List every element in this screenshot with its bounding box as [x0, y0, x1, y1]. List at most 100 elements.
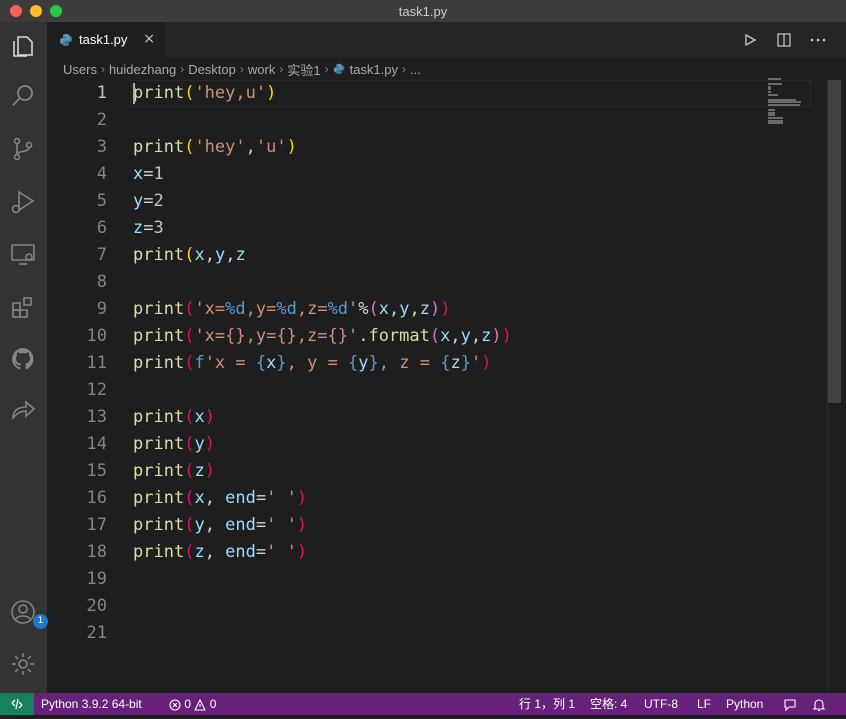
code-token: )	[481, 353, 492, 373]
code-token: 'x={},y={},z={}'	[194, 326, 359, 346]
code-text: x=1	[133, 161, 164, 188]
run-python-file-icon[interactable]	[740, 30, 760, 50]
code-token: 3	[153, 218, 164, 238]
minimize-window-button[interactable]	[30, 5, 42, 17]
code-line[interactable]: 8	[47, 269, 827, 296]
code-token: =	[143, 164, 154, 184]
code-token: =	[255, 488, 267, 508]
error-count: 0	[184, 697, 192, 711]
code-token: ,	[409, 299, 420, 319]
breadcrumb-separator: ›	[180, 62, 185, 76]
code-token: ,	[204, 542, 226, 562]
code-line[interactable]: 16 print(x, end=' ')	[47, 485, 827, 512]
code-token: ,	[204, 488, 226, 508]
code-line[interactable]: 20	[47, 593, 827, 620]
extensions-icon[interactable]	[9, 293, 37, 321]
code-line[interactable]: 21	[47, 620, 827, 647]
breadcrumb-item-work[interactable]: work	[248, 62, 275, 77]
tab-task1-py[interactable]: task1.py ×	[47, 22, 165, 57]
code-token: (	[184, 407, 195, 427]
code-token: z	[194, 542, 205, 562]
code-token: (	[184, 245, 195, 265]
feedback-icon[interactable]	[783, 697, 797, 719]
code-token: {	[348, 353, 359, 373]
line-number: 5	[96, 191, 107, 211]
breadcrumb-item-file[interactable]: task1.py	[350, 62, 398, 77]
code-text: print(x)	[133, 404, 215, 431]
code-line[interactable]: 3 print('hey','u')	[47, 134, 827, 161]
split-editor-icon[interactable]	[774, 30, 794, 50]
code-line[interactable]: 12	[47, 377, 827, 404]
run-debug-icon[interactable]	[9, 188, 37, 216]
code-token: 'x =	[204, 353, 256, 373]
code-line[interactable]: 5 y=2	[47, 188, 827, 215]
code-editor[interactable]: 1 print('hey,u') 2 3 print('hey','u') 4 x=1 5 y=…	[47, 80, 827, 692]
code-line[interactable]: 1 print('hey,u')	[47, 80, 827, 107]
code-line[interactable]: 2	[47, 107, 827, 134]
settings-gear-icon[interactable]	[9, 650, 37, 678]
minimap[interactable]	[768, 78, 818, 138]
breadcrumb-item-experiment[interactable]: 实验1	[287, 60, 320, 79]
code-line[interactable]: 6 z=3	[47, 215, 827, 242]
code-line[interactable]: 18 print(z, end=' ')	[47, 539, 827, 566]
vertical-scrollbar-thumb[interactable]	[828, 80, 841, 403]
zoom-window-button[interactable]	[50, 5, 62, 17]
text-cursor	[133, 83, 135, 104]
breadcrumb-item-users[interactable]: Users	[63, 62, 97, 77]
github-icon[interactable]	[9, 345, 37, 373]
remote-explorer-icon[interactable]	[9, 240, 37, 268]
breadcrumb-item-desktop[interactable]: Desktop	[188, 62, 236, 77]
code-text: print('x={},y={},z={}'.format(x,y,z))	[133, 323, 512, 350]
code-line[interactable]: 17 print(y, end=' ')	[47, 512, 827, 539]
code-line[interactable]: 11 print(f'x = {x}, y = {y}, z = {z}')	[47, 350, 827, 377]
encoding-selector[interactable]: UTF-8	[644, 693, 678, 715]
code-token: print	[133, 515, 185, 535]
code-token: %	[358, 299, 369, 319]
code-line[interactable]: 15 print(z)	[47, 458, 827, 485]
code-token: %d	[225, 299, 246, 319]
problems-indicator[interactable]: 0 0	[169, 693, 216, 715]
minimap-line	[768, 122, 784, 125]
source-control-icon[interactable]	[9, 135, 37, 163]
code-line[interactable]: 4 x=1	[47, 161, 827, 188]
code-text: print(x,y,z	[133, 242, 246, 269]
line-number: 20	[86, 596, 107, 616]
line-number: 1	[96, 83, 107, 103]
code-line[interactable]: 9 print('x=%d,y=%d,z=%d'%(x,y,z))	[47, 296, 827, 323]
code-token: '	[348, 299, 359, 319]
code-token: }	[460, 353, 471, 373]
code-line[interactable]: 7 print(x,y,z	[47, 242, 827, 269]
code-token: print	[133, 353, 185, 373]
more-actions-icon[interactable]	[808, 30, 828, 50]
code-line[interactable]: 10 print('x={},y={},z={}'.format(x,y,z))	[47, 323, 827, 350]
close-window-button[interactable]	[10, 5, 22, 17]
code-token: print	[133, 299, 185, 319]
line-number: 19	[86, 569, 107, 589]
code-token: print	[133, 461, 185, 481]
explorer-icon[interactable]	[9, 32, 37, 60]
python-interpreter-selector[interactable]: Python 3.9.2 64-bit	[41, 693, 142, 715]
remote-indicator-icon[interactable]	[0, 693, 34, 715]
code-line[interactable]: 19	[47, 566, 827, 593]
indentation-selector[interactable]: 空格: 4	[590, 693, 627, 715]
tab-close-icon[interactable]: ×	[143, 31, 155, 47]
code-token: )	[430, 299, 441, 319]
notifications-bell-icon[interactable]	[812, 697, 826, 719]
code-token: )	[204, 461, 215, 481]
accounts-icon[interactable]: 1	[9, 598, 48, 629]
code-token: (	[184, 137, 195, 157]
cursor-position[interactable]: 行 1，列 1	[519, 693, 575, 715]
eol-selector[interactable]: LF	[697, 693, 711, 715]
code-token: format	[368, 326, 430, 346]
language-mode-selector[interactable]: Python	[726, 693, 763, 715]
code-line[interactable]: 13 print(x)	[47, 404, 827, 431]
line-number: 8	[96, 272, 107, 292]
search-icon[interactable]	[9, 82, 37, 110]
code-line[interactable]: 14 print(y)	[47, 431, 827, 458]
line-number: 3	[96, 137, 107, 157]
breadcrumb-item-huidezhang[interactable]: huidezhang	[109, 62, 176, 77]
live-share-icon[interactable]	[9, 396, 37, 424]
line-number: 12	[86, 380, 107, 400]
code-token: ,y=	[245, 299, 277, 319]
breadcrumb-item-symbols[interactable]: ...	[410, 62, 421, 77]
